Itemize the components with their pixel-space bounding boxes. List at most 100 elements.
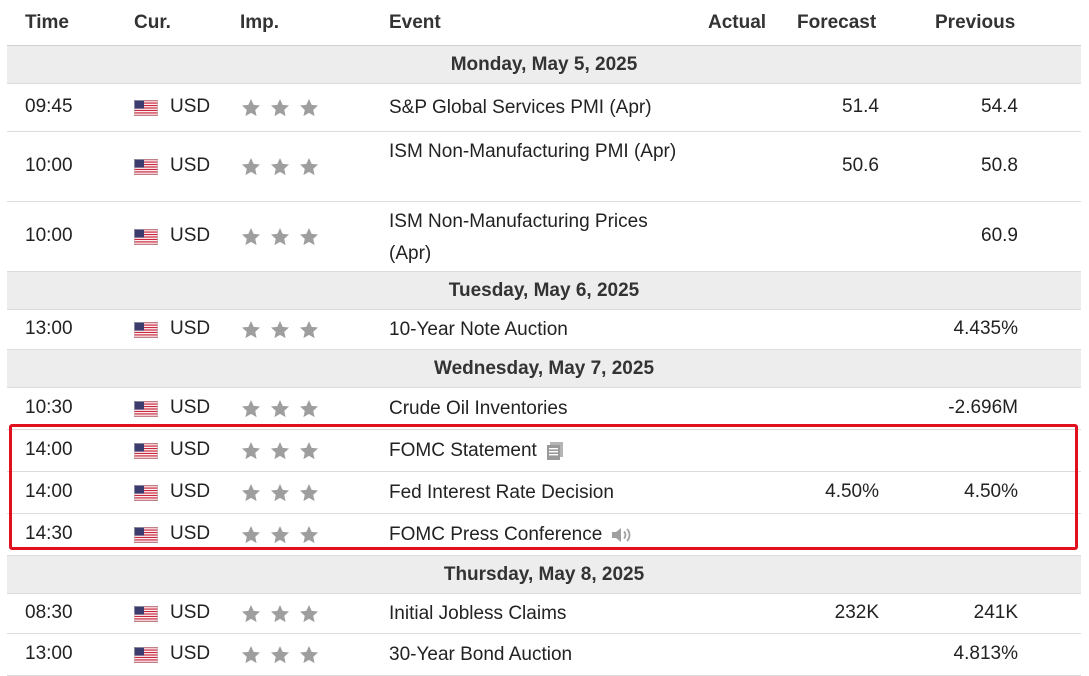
table-header: Time Cur. Imp. Event Actual Forecast Pre… (7, 0, 1081, 46)
us-flag-icon (134, 647, 158, 663)
header-time[interactable]: Time (25, 12, 69, 34)
event-name[interactable]: Initial Jobless Claims (389, 598, 689, 630)
event-name-text[interactable]: ISM Non-Manufacturing Prices (Apr) (389, 211, 648, 264)
event-name[interactable]: 30-Year Bond Auction (389, 639, 689, 671)
header-importance[interactable]: Imp. (240, 12, 279, 34)
table-row[interactable]: 10:30 USD Crude Oil Inventories -2.696M (7, 388, 1081, 430)
table-row[interactable]: 14:00 USD FOMC Statement (7, 430, 1081, 472)
event-name[interactable]: Crude Oil Inventories (389, 393, 689, 425)
star-icon (300, 158, 318, 176)
previous-value: 4.50% (964, 481, 1018, 502)
day-separator: Tuesday, May 6, 2025 (7, 272, 1081, 310)
star-icon (242, 321, 260, 339)
star-icon (300, 400, 318, 418)
star-icon (242, 526, 260, 544)
event-name-text[interactable]: FOMC Press Conference (389, 524, 602, 545)
previous-value: 50.8 (981, 155, 1018, 176)
day-separator: Thursday, May 8, 2025 (7, 556, 1081, 594)
importance-stars (240, 524, 327, 546)
header-event[interactable]: Event (389, 12, 441, 34)
event-time: 09:45 (25, 96, 73, 117)
us-flag-icon (134, 606, 158, 622)
event-name[interactable]: ISM Non-Manufacturing PMI (Apr) (389, 136, 689, 168)
currency-code: USD (170, 523, 211, 544)
event-name[interactable]: FOMC Statement (389, 435, 689, 467)
table-row[interactable]: 08:30 USD Initial Jobless Claims 232K 241K (7, 594, 1081, 634)
day-label: Thursday, May 8, 2025 (443, 564, 645, 585)
table-row[interactable]: 10:00 USD ISM Non-Manufacturing Prices (Ap… (7, 202, 1081, 272)
day-separator: Monday, May 5, 2025 (7, 46, 1081, 84)
header-actual[interactable]: Actual (708, 12, 766, 34)
star-icon (300, 99, 318, 117)
star-icon (271, 400, 289, 418)
star-icon (271, 605, 289, 623)
us-flag-icon (134, 159, 158, 175)
previous-value: 60.9 (981, 225, 1018, 246)
previous-value: 4.435% (953, 318, 1018, 339)
forecast-value: 50.6 (842, 155, 879, 176)
currency-code: USD (170, 225, 211, 246)
star-icon (271, 158, 289, 176)
event-name-text[interactable]: ISM Non-Manufacturing PMI (Apr) (389, 141, 676, 162)
event-name[interactable]: 10-Year Note Auction (389, 314, 689, 346)
day-label: Tuesday, May 6, 2025 (448, 280, 640, 301)
event-time: 10:00 (25, 225, 73, 246)
event-time: 10:00 (25, 155, 73, 176)
star-icon (300, 646, 318, 664)
table-row[interactable]: 14:30 USD FOMC Press Conference (7, 514, 1081, 556)
forecast-value: 51.4 (842, 96, 879, 117)
table-row[interactable]: 14:00 USD Fed Interest Rate Decision 4.50% 4… (7, 472, 1081, 514)
previous-value: -2.696M (948, 397, 1018, 418)
star-icon (300, 228, 318, 246)
speaker-icon[interactable] (610, 525, 632, 545)
document-icon[interactable] (545, 441, 565, 461)
star-icon (271, 442, 289, 460)
event-name-text[interactable]: S&P Global Services PMI (Apr) (389, 97, 652, 118)
table-row[interactable]: 13:00 USD 10-Year Note Auction 4.435% (7, 310, 1081, 350)
event-name-text[interactable]: Fed Interest Rate Decision (389, 482, 614, 503)
event-name-text[interactable]: Crude Oil Inventories (389, 398, 567, 419)
importance-stars (240, 482, 327, 504)
star-icon (271, 526, 289, 544)
currency-code: USD (170, 155, 211, 176)
importance-stars (240, 398, 327, 420)
importance-stars (240, 319, 327, 341)
star-icon (242, 646, 260, 664)
event-name-text[interactable]: Initial Jobless Claims (389, 603, 566, 624)
previous-value: 241K (973, 602, 1018, 623)
header-previous[interactable]: Previous (935, 12, 1015, 34)
header-currency[interactable]: Cur. (134, 12, 171, 34)
event-name[interactable]: ISM Non-Manufacturing Prices (Apr) (389, 206, 689, 270)
table-row[interactable]: 10:00 USD ISM Non-Manufacturing PMI (Apr) 5… (7, 132, 1081, 202)
currency-code: USD (170, 439, 211, 460)
event-name-text[interactable]: 10-Year Note Auction (389, 319, 568, 340)
event-time: 14:30 (25, 523, 73, 544)
event-name[interactable]: FOMC Press Conference (389, 519, 689, 551)
event-name-text[interactable]: FOMC Statement (389, 440, 537, 461)
event-name[interactable]: Fed Interest Rate Decision (389, 477, 689, 509)
table-row[interactable]: 13:00 USD 30-Year Bond Auction 4.813% (7, 634, 1081, 676)
us-flag-icon (134, 322, 158, 338)
forecast-value: 232K (834, 602, 879, 623)
importance-stars (240, 644, 327, 666)
currency-code: USD (170, 643, 211, 664)
currency-code: USD (170, 602, 211, 623)
economic-calendar-table: Time Cur. Imp. Event Actual Forecast Pre… (7, 0, 1081, 676)
star-icon (242, 484, 260, 502)
star-icon (271, 646, 289, 664)
day-separator: Wednesday, May 7, 2025 (7, 350, 1081, 388)
star-icon (300, 605, 318, 623)
star-icon (271, 321, 289, 339)
header-forecast[interactable]: Forecast (797, 12, 876, 34)
star-icon (242, 442, 260, 460)
star-icon (300, 442, 318, 460)
event-name-text[interactable]: 30-Year Bond Auction (389, 644, 572, 665)
day-label: Monday, May 5, 2025 (450, 54, 638, 75)
importance-stars (240, 226, 327, 248)
us-flag-icon (134, 443, 158, 459)
table-row[interactable]: 09:45 USD S&P Global Services PMI (Apr) 51.… (7, 84, 1081, 132)
currency-code: USD (170, 318, 211, 339)
forecast-value: 4.50% (825, 481, 879, 502)
previous-value: 4.813% (953, 643, 1018, 664)
event-name[interactable]: S&P Global Services PMI (Apr) (389, 92, 689, 124)
